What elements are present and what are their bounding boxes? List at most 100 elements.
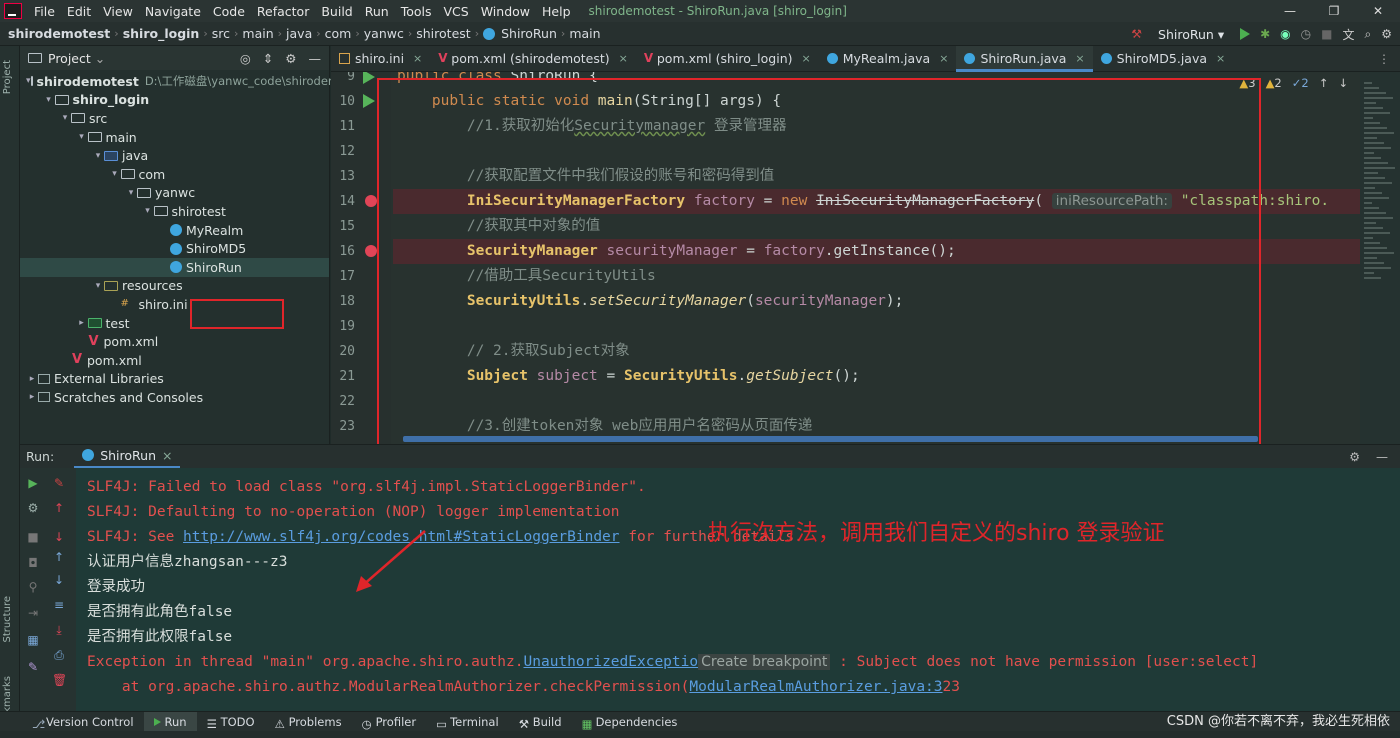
chevron-right-icon[interactable]: ▸	[26, 374, 38, 384]
crumb-project[interactable]: shirodemotest	[0, 26, 114, 41]
line-number[interactable]: 12	[331, 142, 355, 162]
coverage-icon[interactable]: ◉	[1280, 27, 1290, 41]
menu-edit[interactable]: Edit	[61, 4, 97, 19]
chevron-down-icon[interactable]: ▾	[92, 281, 104, 291]
menu-file[interactable]: File	[28, 4, 61, 19]
next-highlight-icon[interactable]: ↓	[1338, 76, 1348, 90]
menu-help[interactable]: Help	[536, 4, 577, 19]
line-number[interactable]: 14	[331, 192, 355, 212]
chevron-right-icon[interactable]: ▸	[76, 318, 88, 328]
search-icon[interactable]: ⌕	[1365, 27, 1372, 42]
crumb-module[interactable]: shiro_login	[119, 26, 204, 41]
inspection-widget[interactable]: ▲3 ▲2 ✓2 ↑ ↓	[1239, 76, 1348, 90]
horizontal-scrollbar[interactable]	[403, 436, 1258, 442]
run-icon[interactable]	[1240, 28, 1251, 40]
editor-tab[interactable]: Vpom.xml (shirodemotest) ×	[430, 46, 636, 72]
up-arrow-icon[interactable]: ↑	[52, 550, 66, 564]
close-window-icon[interactable]: ✕	[1356, 0, 1400, 22]
delete-icon[interactable]: 🗑	[52, 673, 67, 687]
camera-icon[interactable]: ◘	[26, 556, 40, 570]
tree-item[interactable]: ▾ shirodemotest D:\工作磁盘\yanwc_code\shirode…	[20, 72, 339, 91]
rerun-icon[interactable]: ▶	[26, 476, 40, 490]
editor-tab[interactable]: ShiroRun.java ×	[956, 45, 1093, 72]
exception-link[interactable]: UnauthorizedExceptio	[524, 654, 699, 670]
settings-gear-icon[interactable]: ⚙	[1381, 27, 1392, 41]
collapse-icon[interactable]: ⇕	[263, 51, 273, 66]
stop-run-icon[interactable]: ■	[26, 530, 40, 544]
crumb-method[interactable]: main	[565, 26, 604, 41]
console-output[interactable]: SLF4J: Failed to load class "org.slf4j.i…	[76, 468, 1400, 711]
pin-tab-icon[interactable]: ✎	[26, 660, 40, 674]
scroll-down-icon[interactable]: ↓	[52, 530, 66, 544]
stacktrace-link[interactable]: ModularRealmAuthorizer.java:3	[689, 679, 942, 695]
hide-panel-icon[interactable]: —	[309, 51, 322, 66]
exit-icon[interactable]: ⇥	[26, 606, 40, 620]
run-tab-shirorun[interactable]: ShiroRun ×	[74, 445, 181, 469]
line-number[interactable]: 15	[331, 217, 355, 237]
close-tab-icon[interactable]: ×	[939, 52, 948, 65]
tree-item[interactable]: # shiro.ini	[20, 295, 329, 314]
tree-item[interactable]: ▾ yanwc	[20, 184, 329, 203]
tree-item[interactable]: ▾ main	[20, 128, 329, 147]
tree-item[interactable]: ▾ shirotest	[20, 202, 329, 221]
tree-item[interactable]: ▾ resources	[20, 277, 329, 296]
tree-item[interactable]: ▸ External Libraries	[20, 370, 329, 389]
run-configuration-select[interactable]: ShiroRun ▾	[1152, 27, 1230, 42]
close-tab-icon[interactable]: ×	[1216, 52, 1225, 65]
menu-navigate[interactable]: Navigate	[139, 4, 207, 19]
tool-run[interactable]: Run	[143, 711, 197, 732]
breakpoint-icon[interactable]	[365, 195, 377, 207]
translate-icon[interactable]: 文	[1342, 26, 1354, 43]
minimap[interactable]	[1360, 72, 1400, 444]
edit-config-icon[interactable]: ✎	[52, 476, 66, 490]
tool-problems[interactable]: ⚠ Problems	[265, 712, 352, 732]
line-number[interactable]: 21	[331, 367, 355, 387]
structure-tool-label[interactable]: Structure	[2, 596, 13, 643]
tree-item[interactable]: ShiroRun	[20, 257, 329, 277]
line-number[interactable]: 10	[331, 92, 355, 112]
chevron-down-icon[interactable]: ▾	[109, 169, 121, 179]
menu-refactor[interactable]: Refactor	[251, 4, 315, 19]
close-tab-icon[interactable]: ×	[802, 52, 811, 65]
menu-window[interactable]: Window	[475, 4, 536, 19]
crumb-main[interactable]: main	[238, 26, 277, 41]
menu-tools[interactable]: Tools	[395, 4, 438, 19]
chevron-down-icon[interactable]: ▾	[76, 132, 88, 142]
project-panel-title[interactable]: Project	[48, 51, 91, 66]
profile-icon[interactable]: ◷	[1301, 27, 1311, 41]
tree-item[interactable]: Vpom.xml	[20, 351, 329, 370]
tree-item[interactable]: Vpom.xml	[20, 332, 329, 351]
crumb-class[interactable]: ShiroRun	[497, 26, 561, 41]
line-number[interactable]: 13	[331, 167, 355, 187]
menu-build[interactable]: Build	[315, 4, 358, 19]
debug-icon[interactable]: ✱	[1260, 27, 1270, 41]
crumb-yanwc[interactable]: yanwc	[360, 26, 408, 41]
grid-icon[interactable]: ▦	[26, 633, 40, 647]
tool-profiler[interactable]: ◷ Profiler	[352, 712, 427, 732]
soft-wrap-icon[interactable]: ≡	[52, 598, 66, 612]
crumb-src[interactable]: src	[208, 26, 234, 41]
settings-icon[interactable]: ⚙	[26, 501, 40, 515]
line-number[interactable]: 16	[331, 242, 355, 262]
breakpoint-icon[interactable]	[365, 245, 377, 257]
chevron-down-icon[interactable]: ▾	[125, 188, 137, 198]
line-number[interactable]: 9	[331, 72, 355, 87]
stop-icon[interactable]: ■	[1321, 27, 1332, 41]
line-number[interactable]: 11	[331, 117, 355, 137]
tool-build[interactable]: ⚒ Build	[509, 712, 572, 732]
editor-tab[interactable]: Vpom.xml (shiro_login) ×	[636, 46, 819, 72]
close-tab-icon[interactable]: ×	[413, 52, 422, 65]
crumb-shirotest[interactable]: shirotest	[412, 26, 474, 41]
menu-view[interactable]: View	[97, 4, 139, 19]
tree-item[interactable]: ▾ src	[20, 109, 329, 128]
run-gutter-icon[interactable]	[363, 72, 375, 84]
project-tool-label[interactable]: Project	[2, 60, 13, 94]
line-number[interactable]: 22	[331, 392, 355, 412]
create-breakpoint-tooltip[interactable]: Create breakpoint	[698, 654, 831, 670]
line-number[interactable]: 17	[331, 267, 355, 287]
chevron-down-icon[interactable]: ▾	[92, 151, 104, 161]
tree-item[interactable]: ▸ test	[20, 314, 329, 333]
pin-icon[interactable]: ⚲	[26, 580, 40, 594]
print-icon[interactable]: ⎙	[52, 648, 66, 662]
crumb-java[interactable]: java	[282, 26, 316, 41]
